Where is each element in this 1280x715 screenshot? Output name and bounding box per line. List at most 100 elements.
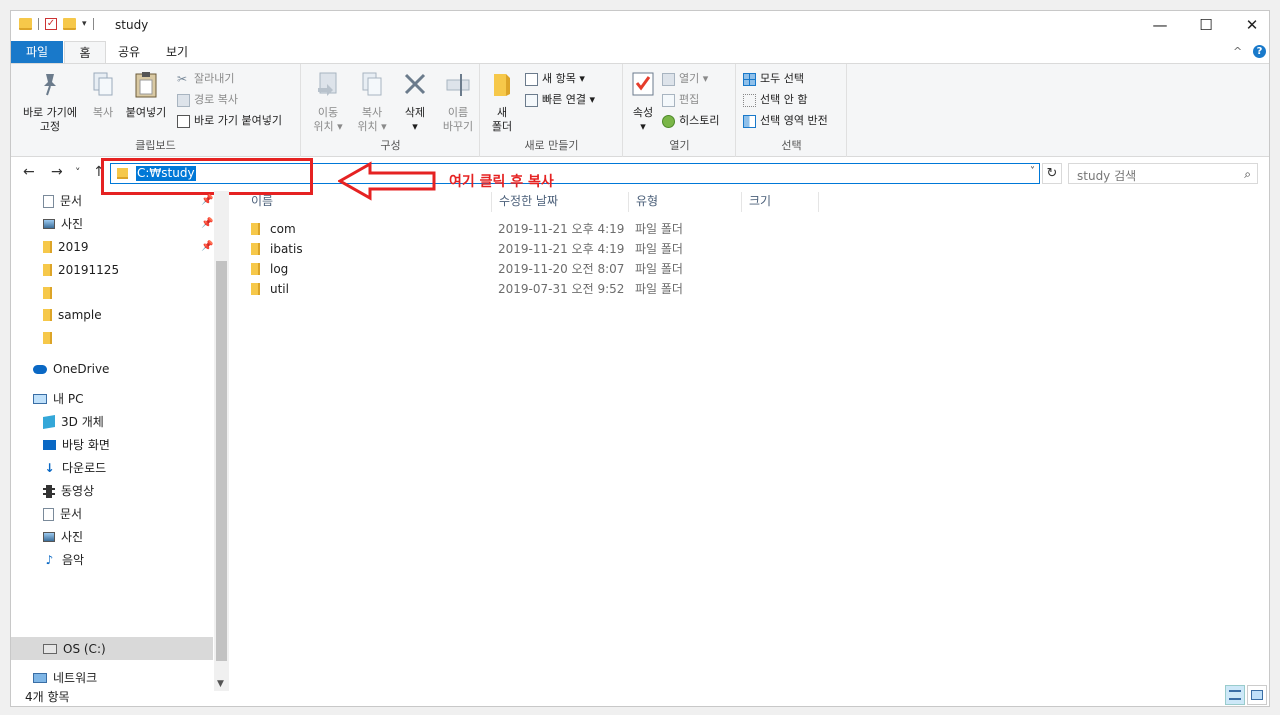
new-folder-icon[interactable]: [63, 18, 76, 30]
file-type: 파일 폴더: [635, 282, 683, 296]
navigation-pane: 문서 📌 사진 📌 2019 📌 20191125 sample OneDriv…: [11, 191, 229, 691]
file-row[interactable]: log 2019-11-20 오전 8:07 파일 폴더: [243, 259, 803, 279]
paste-button[interactable]: 붙여넣기: [121, 70, 171, 120]
copy-icon: [93, 72, 113, 96]
column-header-type[interactable]: 유형: [630, 192, 742, 212]
status-item-count: 4개 항목: [25, 690, 70, 704]
nav-item-label: 음악: [62, 553, 85, 567]
nav-item-label: 문서: [60, 194, 83, 208]
easy-access-button[interactable]: 빠른 연결 ▾: [525, 91, 595, 109]
select-all-button[interactable]: 모두 선택: [743, 70, 804, 88]
paste-shortcut-button[interactable]: 바로 가기 붙여넣기: [177, 112, 282, 130]
nav-item-music[interactable]: ♪ 음악: [43, 550, 84, 570]
properties-check-icon[interactable]: ✓: [45, 18, 57, 30]
nav-item-desktop[interactable]: 바탕 화면: [43, 435, 110, 455]
group-select: 모두 선택 선택 안 함 선택 영역 반전 선택: [737, 64, 847, 157]
nav-item-pictures[interactable]: 사진: [43, 214, 83, 234]
open-button[interactable]: 열기 ▾: [662, 70, 708, 88]
cut-button[interactable]: ✂ 잘라내기: [177, 70, 234, 88]
nav-item-documents-pc[interactable]: 문서: [43, 504, 82, 524]
scroll-down-icon[interactable]: ▼: [217, 679, 224, 689]
file-row[interactable]: util 2019-07-31 오전 9:52 파일 폴더: [243, 279, 803, 299]
new-item-label: 새 항목 ▾: [542, 72, 585, 85]
copy-path-button[interactable]: 경로 복사: [177, 91, 238, 109]
nav-item-label: 문서: [60, 507, 83, 521]
pin-quick-access-button[interactable]: 바로 가기에 고정: [17, 70, 83, 134]
nav-item-drive-c[interactable]: OS (C:): [43, 639, 106, 659]
documents-icon: [43, 194, 54, 208]
back-button[interactable]: ←: [23, 164, 35, 180]
nav-item-pictures-pc[interactable]: 사진: [43, 527, 83, 547]
nav-item-3d-objects[interactable]: 3D 개체: [43, 412, 104, 432]
nav-item-label: 사진: [61, 217, 84, 231]
column-header-date[interactable]: 수정한 날짜: [493, 192, 629, 212]
folder-icon: [43, 264, 52, 276]
nav-scrollbar-thumb[interactable]: [216, 261, 227, 661]
window-title: study: [115, 18, 149, 32]
move-to-icon: [318, 72, 337, 96]
file-name: log: [270, 262, 289, 276]
annotation-highlight-box: [101, 158, 313, 195]
nav-item-documents[interactable]: 문서: [43, 191, 82, 211]
details-view-button[interactable]: [1225, 685, 1245, 705]
copy-to-button[interactable]: 복사 위치 ▾: [352, 70, 392, 134]
move-to-button[interactable]: 이동 위치 ▾: [308, 70, 348, 134]
tab-share[interactable]: 공유: [109, 41, 149, 63]
nav-item-20191125[interactable]: 20191125: [43, 260, 119, 280]
group-open: 속성 ▾ 열기 ▾ 편집 히스토리 열기: [624, 64, 736, 157]
nav-item-drive-c-selected[interactable]: [11, 637, 213, 660]
nav-item-network[interactable]: 네트워크: [33, 668, 97, 688]
nav-item-this-pc[interactable]: 내 PC: [33, 389, 83, 409]
customize-toolbar-caret-icon[interactable]: ▾: [82, 19, 87, 29]
invert-selection-button[interactable]: 선택 영역 반전: [743, 112, 828, 130]
address-dropdown-icon[interactable]: ˅: [1030, 166, 1035, 177]
delete-button[interactable]: 삭제 ▾: [400, 70, 430, 134]
new-item-button[interactable]: 새 항목 ▾: [525, 70, 585, 88]
column-header-name[interactable]: 이름: [245, 192, 492, 212]
minimize-button[interactable]: —: [1137, 11, 1183, 41]
large-icons-view-button[interactable]: [1247, 685, 1267, 705]
maximize-button[interactable]: ☐: [1183, 11, 1229, 41]
nav-item-onedrive[interactable]: OneDrive: [33, 359, 109, 379]
film-icon: [43, 484, 55, 498]
nav-item-label: 다운로드: [62, 461, 107, 475]
rename-button[interactable]: 이름 바꾸기: [438, 70, 478, 134]
help-icon[interactable]: ?: [1253, 45, 1266, 58]
folder-icon: [251, 283, 260, 295]
properties-button[interactable]: 속성 ▾: [630, 70, 656, 134]
file-row[interactable]: ibatis 2019-11-21 오후 4:19 파일 폴더: [243, 239, 803, 259]
select-none-button[interactable]: 선택 안 함: [743, 91, 807, 109]
file-type: 파일 폴더: [635, 222, 683, 236]
nav-item-unnamed-folder[interactable]: [43, 328, 58, 348]
nav-item-sample[interactable]: sample: [43, 305, 102, 325]
tab-view[interactable]: 보기: [157, 41, 197, 63]
column-header-size[interactable]: 크기: [743, 192, 819, 212]
forward-button[interactable]: →: [51, 164, 63, 180]
group-label-open: 열기: [669, 139, 690, 152]
folder-icon: [43, 332, 52, 344]
close-button[interactable]: ✕: [1229, 11, 1269, 41]
nav-item-2019[interactable]: 2019: [43, 237, 89, 257]
pictures-icon: [43, 219, 55, 229]
edit-button[interactable]: 편집: [662, 91, 699, 109]
copy-path-label: 경로 복사: [194, 93, 238, 106]
file-date: 2019-07-31 오전 9:52: [498, 282, 625, 296]
nav-item-downloads[interactable]: ↓ 다운로드: [43, 458, 106, 478]
nav-item-videos[interactable]: 동영상: [43, 481, 94, 501]
collapse-ribbon-icon[interactable]: ^: [1233, 45, 1242, 58]
search-box[interactable]: study 검색 ⌕: [1068, 163, 1258, 184]
new-folder-button[interactable]: 새 폴더: [487, 70, 517, 134]
refresh-button[interactable]: ↻: [1042, 163, 1062, 184]
nav-scrollbar[interactable]: ▼: [214, 191, 229, 691]
nav-item-unnamed-folder[interactable]: [43, 283, 58, 303]
tab-home[interactable]: 홈: [64, 41, 106, 63]
ribbon-tabs: 파일 홈 공유 보기 ^ ?: [11, 41, 1269, 63]
search-icon: ⌕: [1244, 167, 1251, 181]
tab-file[interactable]: 파일: [11, 41, 63, 63]
history-button[interactable]: 히스토리: [662, 112, 719, 130]
recent-locations-button[interactable]: ˅: [75, 166, 81, 179]
file-row[interactable]: com 2019-11-21 오후 4:19 파일 폴더: [243, 219, 803, 239]
copy-button[interactable]: 복사: [87, 70, 119, 120]
edit-icon: [662, 93, 675, 107]
cut-label: 잘라내기: [194, 72, 235, 85]
